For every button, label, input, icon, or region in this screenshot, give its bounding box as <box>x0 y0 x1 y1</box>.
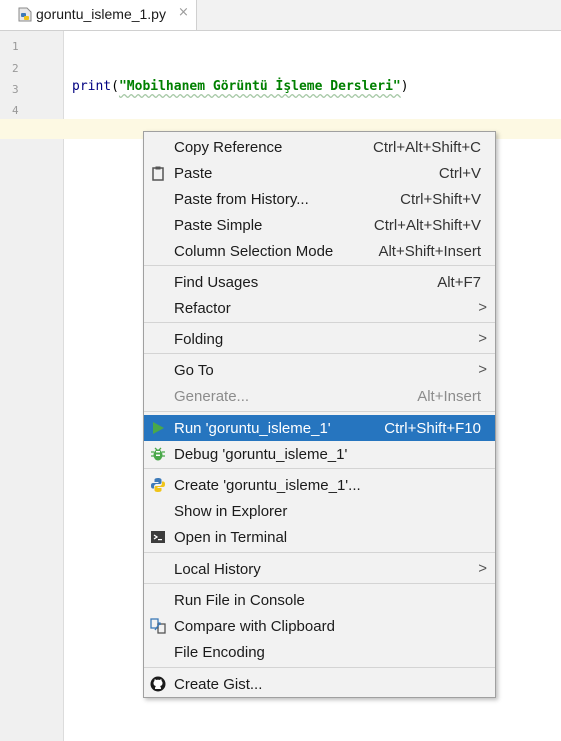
code-string: "Mobilhanem Görüntü İşleme Dersleri" <box>118 79 401 94</box>
run-icon <box>150 420 166 436</box>
menu-item-folding[interactable]: Folding > <box>144 326 495 352</box>
menu-item-label: Compare with Clipboard <box>174 618 335 635</box>
chevron-right-icon: > <box>478 560 487 577</box>
menu-item-open-in-terminal[interactable]: Open in Terminal <box>144 524 495 550</box>
menu-item-file-encoding[interactable]: File Encoding <box>144 639 495 665</box>
menu-item-refactor[interactable]: Refactor > <box>144 295 495 321</box>
menu-item-label: Local History <box>174 561 261 578</box>
menu-item-shortcut: Ctrl+Shift+F10 <box>384 420 481 437</box>
line-number: 2 <box>12 62 19 75</box>
menu-item-label: Find Usages <box>174 274 259 291</box>
menu-item-generate: Generate... Alt+Insert <box>144 383 495 409</box>
menu-item-run[interactable]: Run 'goruntu_isleme_1' Ctrl+Shift+F10 <box>144 415 495 441</box>
menu-item-run-file-in-console[interactable]: Run File in Console <box>144 587 495 613</box>
code-open-paren: ( <box>111 79 119 94</box>
menu-item-shortcut: Alt+Shift+Insert <box>378 243 481 260</box>
menu-item-label: Open in Terminal <box>174 529 288 546</box>
menu-item-shortcut: Ctrl+Alt+Shift+C <box>373 139 481 156</box>
menu-item-show-in-explorer[interactable]: Show in Explorer <box>144 498 495 524</box>
menu-item-label: Debug 'goruntu_isleme_1' <box>174 446 348 463</box>
file-tab-label: goruntu_isleme_1.py <box>36 6 166 22</box>
menu-item-create-config[interactable]: Create 'goruntu_isleme_1'... <box>144 472 495 498</box>
chevron-right-icon: > <box>478 330 487 347</box>
menu-item-shortcut: Ctrl+Alt+Shift+V <box>373 217 481 234</box>
menu-item-paste-from-history[interactable]: Paste from History... Ctrl+Shift+V <box>144 186 495 212</box>
chevron-right-icon: > <box>478 299 487 316</box>
menu-separator <box>144 322 495 323</box>
menu-item-label: Generate... <box>174 388 250 405</box>
code-line-3[interactable]: print("Mobilhanem Görüntü İşleme Dersler… <box>72 79 409 94</box>
menu-separator <box>144 468 495 469</box>
compare-icon <box>150 618 166 634</box>
menu-item-label: Copy Reference <box>174 139 283 156</box>
menu-item-create-gist[interactable]: Create Gist... <box>144 671 495 697</box>
menu-item-label: Paste <box>174 165 213 182</box>
close-icon[interactable]: × <box>178 5 189 20</box>
menu-item-label: Refactor <box>174 300 231 317</box>
menu-item-shortcut: Alt+F7 <box>437 274 481 291</box>
code-keyword: print <box>72 79 112 94</box>
menu-item-shortcut: Alt+Insert <box>417 388 481 405</box>
menu-item-label: File Encoding <box>174 644 265 661</box>
menu-item-label: Paste Simple <box>174 217 263 234</box>
python-icon <box>150 477 166 493</box>
menu-item-label: Create Gist... <box>174 676 263 693</box>
menu-item-copy-reference[interactable]: Copy Reference Ctrl+Alt+Shift+C <box>144 134 495 160</box>
menu-item-label: Show in Explorer <box>174 503 288 520</box>
terminal-icon <box>150 529 166 545</box>
menu-separator <box>144 583 495 584</box>
menu-item-find-usages[interactable]: Find Usages Alt+F7 <box>144 269 495 295</box>
code-close-paren: ) <box>400 79 409 94</box>
menu-item-label: Go To <box>174 362 214 379</box>
line-number: 4 <box>12 104 19 117</box>
menu-item-paste[interactable]: Paste Ctrl+V <box>144 160 495 186</box>
menu-item-compare-with-clipboard[interactable]: Compare with Clipboard <box>144 613 495 639</box>
menu-separator <box>144 667 495 668</box>
menu-item-shortcut: Ctrl+Shift+V <box>400 191 481 208</box>
line-number: 1 <box>12 40 19 53</box>
menu-separator <box>144 353 495 354</box>
file-tab[interactable]: goruntu_isleme_1.py × <box>0 0 197 30</box>
menu-item-shortcut: Ctrl+V <box>438 165 481 182</box>
menu-separator <box>144 552 495 553</box>
bug-icon <box>150 446 166 462</box>
menu-item-local-history[interactable]: Local History > <box>144 556 495 582</box>
menu-item-label: Create 'goruntu_isleme_1'... <box>174 477 361 494</box>
chevron-right-icon: > <box>478 361 487 378</box>
github-icon <box>150 676 166 692</box>
menu-item-column-selection-mode[interactable]: Column Selection Mode Alt+Shift+Insert <box>144 238 495 264</box>
menu-item-label: Column Selection Mode <box>174 243 334 260</box>
menu-item-go-to[interactable]: Go To > <box>144 357 495 383</box>
clipboard-icon <box>150 165 166 181</box>
menu-item-paste-simple[interactable]: Paste Simple Ctrl+Alt+Shift+V <box>144 212 495 238</box>
menu-item-debug[interactable]: Debug 'goruntu_isleme_1' <box>144 441 495 467</box>
menu-separator <box>144 411 495 412</box>
line-number: 3 <box>12 83 19 96</box>
menu-separator <box>144 265 495 266</box>
menu-item-label: Folding <box>174 331 224 348</box>
context-menu: Copy Reference Ctrl+Alt+Shift+C Paste Ct… <box>143 131 496 698</box>
menu-item-label: Run File in Console <box>174 592 305 609</box>
menu-item-label: Run 'goruntu_isleme_1' <box>174 420 331 437</box>
menu-item-label: Paste from History... <box>174 191 309 208</box>
editor-tab-bar: goruntu_isleme_1.py × <box>0 0 561 31</box>
python-file-icon <box>18 7 32 22</box>
